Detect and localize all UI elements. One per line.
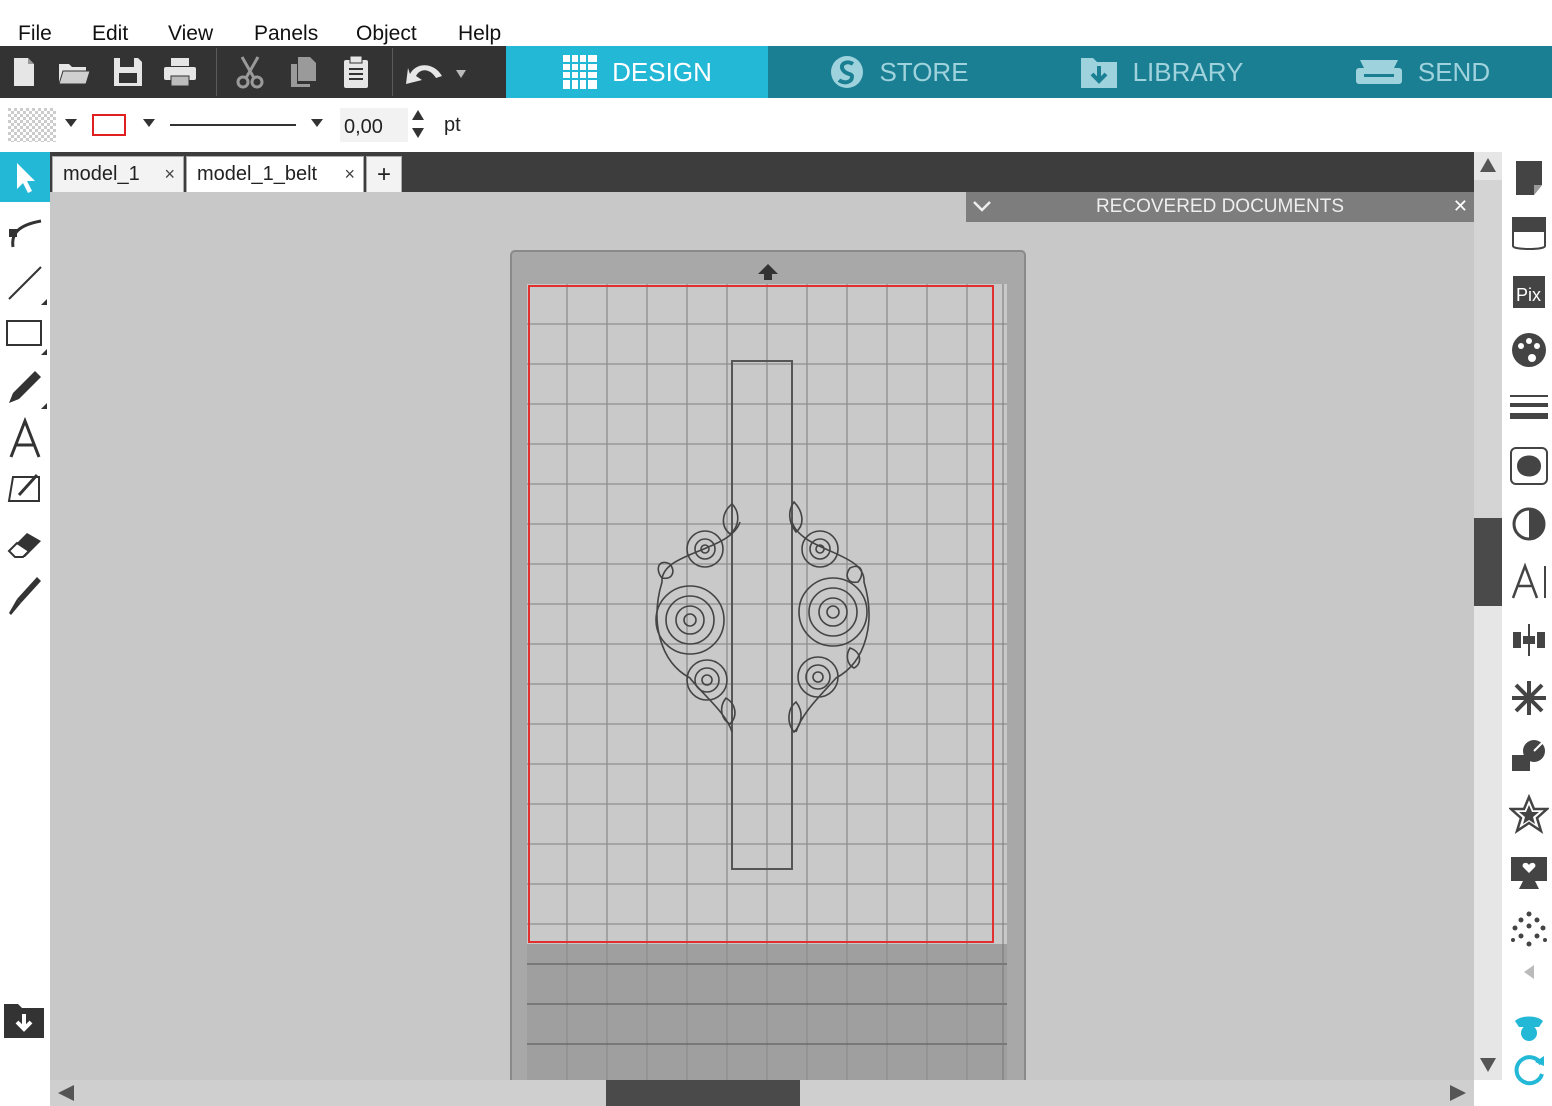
menu-file[interactable]: File xyxy=(18,22,52,46)
cut-icon[interactable] xyxy=(232,54,268,90)
scroll-left-icon[interactable] xyxy=(54,1083,76,1103)
scroll-right-icon[interactable] xyxy=(1448,1083,1470,1103)
knife-tool-icon xyxy=(9,577,41,615)
design-canvas[interactable] xyxy=(50,192,1474,1080)
eraser-tool[interactable] xyxy=(0,518,50,568)
tab-store-label: STORE xyxy=(879,56,969,87)
pencil-tool[interactable] xyxy=(0,362,50,412)
trace-icon[interactable] xyxy=(1507,444,1551,488)
horizontal-scrollbar[interactable] xyxy=(50,1080,1474,1106)
vertical-scrollbar[interactable] xyxy=(1474,152,1502,1080)
line-style-dropdown-icon[interactable] xyxy=(310,118,324,128)
chevron-down-icon[interactable] xyxy=(972,200,992,214)
fill-pattern-swatch[interactable] xyxy=(8,108,56,142)
line-width-input[interactable]: 0,00 xyxy=(340,108,408,142)
tab-send[interactable]: SEND xyxy=(1292,46,1552,98)
document-tab-label: model_1_belt xyxy=(197,163,318,185)
horizontal-scroll-thumb[interactable] xyxy=(606,1080,800,1106)
select-tool-icon xyxy=(17,163,35,193)
rectangle-tool-icon xyxy=(6,320,47,355)
undo-icon[interactable] xyxy=(404,54,474,90)
pencil-tool-icon xyxy=(9,371,47,409)
document-tabs-bar: model_1 × model_1_belt × + xyxy=(50,152,1474,192)
pixscan-icon[interactable]: Pix xyxy=(1507,270,1551,314)
paste-icon[interactable] xyxy=(338,54,374,90)
store-icon xyxy=(831,56,864,88)
tab-store[interactable]: STORE xyxy=(768,46,1030,98)
rhinestone-icon[interactable] xyxy=(1507,908,1551,952)
tab-send-label: SEND xyxy=(1417,56,1491,87)
properties-bar: 0,00 pt xyxy=(0,98,1552,152)
tab-library-label: LIBRARY xyxy=(1132,56,1244,87)
send-panel-icon[interactable] xyxy=(1507,212,1551,256)
open-folder-icon[interactable] xyxy=(56,54,92,90)
knife-tool[interactable] xyxy=(0,570,50,620)
save-icon[interactable] xyxy=(110,54,146,90)
collapse-arrow-icon[interactable] xyxy=(1507,950,1551,994)
line-style-preview[interactable] xyxy=(170,122,296,128)
menu-edit[interactable]: Edit xyxy=(92,22,128,46)
menu-panels[interactable]: Panels xyxy=(254,22,318,46)
line-tool-icon xyxy=(8,266,47,305)
left-toolbar xyxy=(0,152,68,1106)
design-store-icon[interactable] xyxy=(1507,850,1551,894)
library-icon xyxy=(1080,58,1117,88)
tab-library[interactable]: LIBRARY xyxy=(1030,46,1292,98)
fill-dropdown-arrow-icon[interactable] xyxy=(64,118,78,128)
offset-icon[interactable] xyxy=(1507,502,1551,546)
scroll-down-icon[interactable] xyxy=(1478,1056,1498,1076)
tab-design-label: DESIGN xyxy=(612,56,712,87)
text-style-icon[interactable] xyxy=(1507,560,1551,604)
eraser-tool-icon xyxy=(7,533,41,558)
scroll-up-icon[interactable] xyxy=(1478,154,1498,174)
close-tab-icon[interactable]: × xyxy=(164,164,175,185)
copy-icon[interactable] xyxy=(286,54,322,90)
document-tab-model-1[interactable]: model_1 × xyxy=(52,156,184,192)
print-icon[interactable] xyxy=(162,54,198,90)
send-cutter-icon xyxy=(1355,60,1402,84)
page-setup-icon[interactable] xyxy=(1507,156,1551,200)
line-tool[interactable] xyxy=(0,258,50,308)
import-folder-icon xyxy=(4,1004,44,1038)
design-grid-icon xyxy=(563,55,598,89)
select-tool[interactable] xyxy=(0,152,50,202)
line-width-unit: pt xyxy=(444,114,461,136)
edit-points-tool[interactable] xyxy=(0,206,50,256)
recovered-documents-panel: RECOVERED DOCUMENTS ✕ xyxy=(966,192,1474,222)
align-icon[interactable] xyxy=(1507,618,1551,662)
menu-view[interactable]: View xyxy=(168,22,213,46)
new-document-icon[interactable] xyxy=(6,54,42,90)
cutting-mat xyxy=(510,250,1026,1080)
text-tool-icon xyxy=(9,417,41,458)
replicate-icon[interactable] xyxy=(1507,676,1551,720)
edit-points-icon xyxy=(9,219,42,248)
recovered-documents-title: RECOVERED DOCUMENTS xyxy=(1095,196,1345,217)
line-style-icon[interactable] xyxy=(1507,386,1551,430)
menu-bar: File Edit View Panels Object Help xyxy=(0,0,1552,46)
document-tab-label: model_1 xyxy=(63,163,140,185)
close-tab-icon[interactable]: × xyxy=(344,164,355,185)
add-tab-button[interactable]: + xyxy=(366,156,402,192)
favorites-icon[interactable] xyxy=(1507,792,1551,836)
line-color-dropdown-icon[interactable] xyxy=(142,118,156,128)
menu-help[interactable]: Help xyxy=(458,22,501,46)
document-tab-model-1-belt[interactable]: model_1_belt × xyxy=(186,156,364,192)
right-panel-toolbar: Pix xyxy=(1502,152,1552,1106)
line-width-stepper[interactable] xyxy=(410,108,426,140)
user-icon[interactable] xyxy=(1507,1008,1551,1052)
sketch-tool-icon xyxy=(7,473,40,502)
sketch-tool[interactable] xyxy=(0,466,50,516)
line-color-swatch[interactable] xyxy=(92,114,126,136)
main-toolbar: DESIGN STORE LIBRARY SEND xyxy=(0,46,1552,98)
sync-icon[interactable] xyxy=(1507,1048,1551,1092)
close-icon[interactable]: ✕ xyxy=(1453,196,1468,217)
transform-icon[interactable] xyxy=(1507,734,1551,778)
fill-panel-icon[interactable] xyxy=(1507,328,1551,372)
vertical-scroll-thumb[interactable] xyxy=(1474,518,1502,606)
tab-design[interactable]: DESIGN xyxy=(506,46,768,98)
menu-object[interactable]: Object xyxy=(356,22,417,46)
svg-text:Pix: Pix xyxy=(1516,285,1541,305)
text-tool[interactable] xyxy=(0,414,50,464)
rectangle-tool[interactable] xyxy=(0,310,50,360)
